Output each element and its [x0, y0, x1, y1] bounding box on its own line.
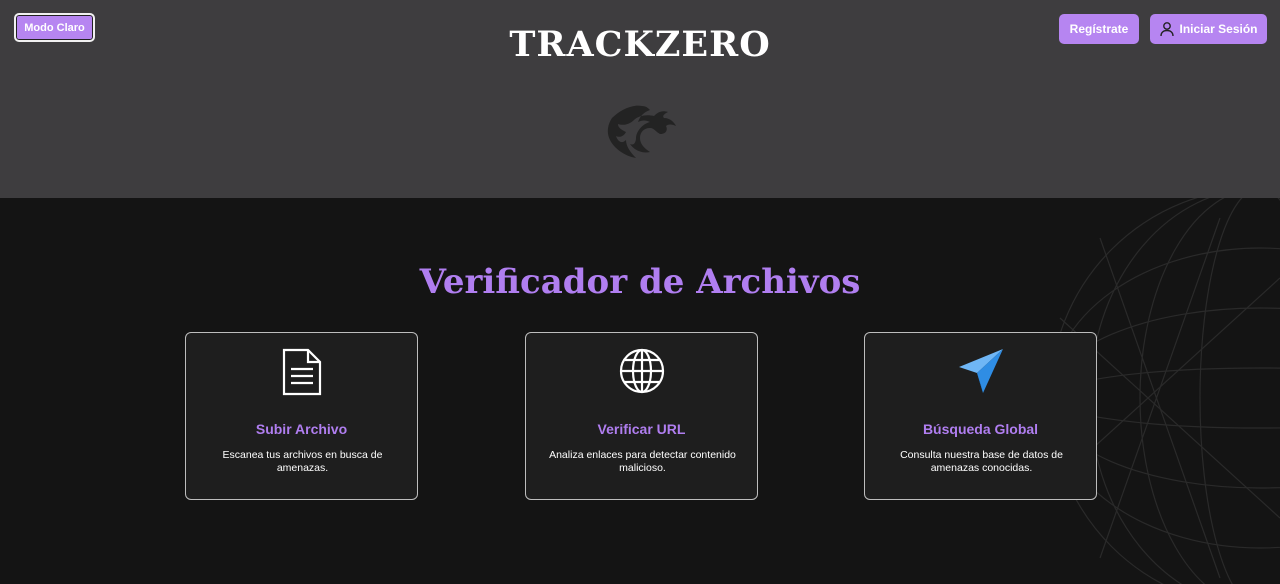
card-description: Escanea tus archivos en busca de amenaza…	[222, 449, 383, 474]
card-description: Analiza enlaces para detectar contenido …	[549, 449, 736, 474]
document-icon	[282, 348, 321, 396]
section-title: Verificador de Archivos	[419, 262, 861, 302]
upload-file-card[interactable]: Subir Archivo Escanea tus archivos en bu…	[185, 332, 418, 500]
card-title: Verificar URL	[597, 421, 686, 437]
login-label: Iniciar Sesión	[1179, 22, 1258, 36]
header: Modo Claro TRACKZERO Regístrate Iniciar …	[0, 0, 1280, 198]
dragon-logo-icon	[607, 105, 676, 158]
card-description: Consulta nuestra base de datos de amenaz…	[900, 449, 1063, 474]
verify-url-card[interactable]: Verificar URL Analiza enlaces para detec…	[525, 332, 758, 500]
login-button[interactable]: Iniciar Sesión	[1150, 14, 1267, 44]
register-button[interactable]: Regístrate	[1059, 14, 1139, 44]
globe-icon	[619, 348, 664, 394]
card-title: Búsqueda Global	[922, 421, 1039, 437]
global-search-card[interactable]: Búsqueda Global Consulta nuestra base de…	[864, 332, 1097, 500]
paper-plane-icon	[958, 349, 1003, 393]
card-title: Subir Archivo	[255, 421, 348, 437]
user-icon	[1160, 22, 1175, 37]
